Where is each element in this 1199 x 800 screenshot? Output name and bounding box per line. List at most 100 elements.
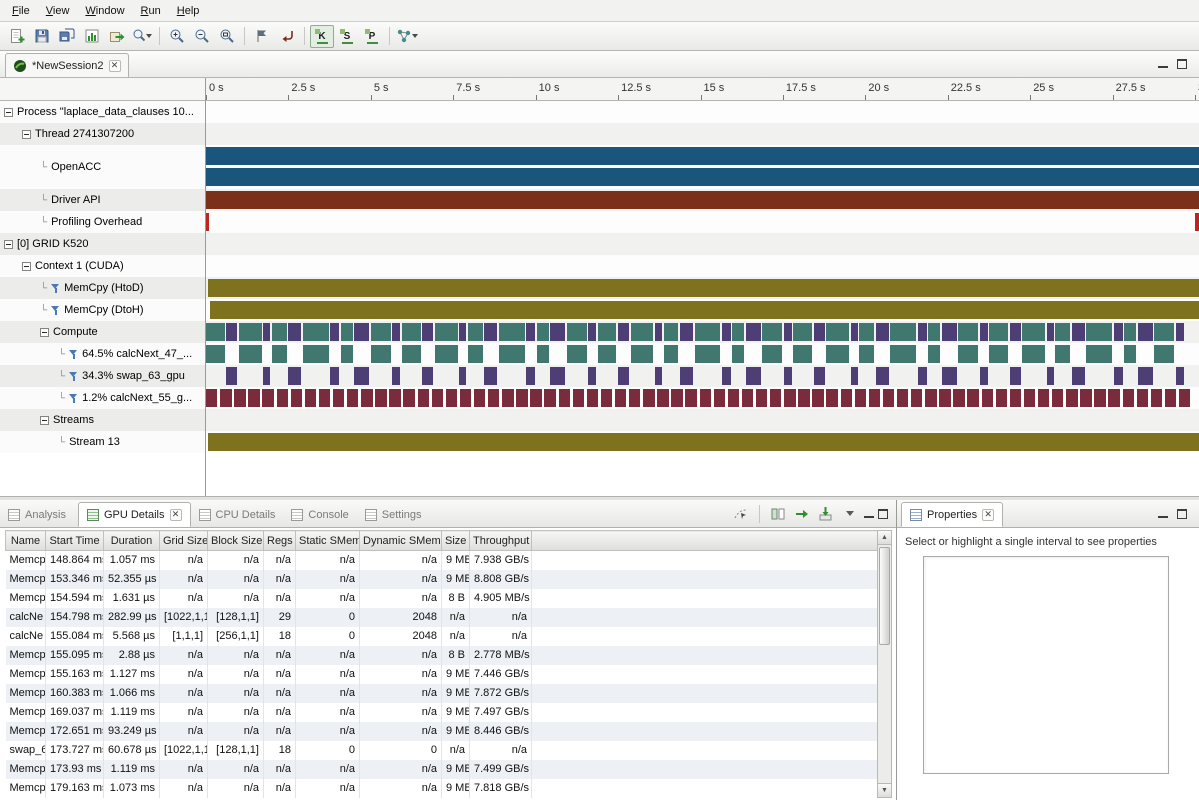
timeline-bar-segment[interactable] [516, 389, 527, 407]
gpu-details-row[interactable]: Memcp153.346 ms52.355 µsn/an/an/an/an/a9… [6, 570, 878, 589]
timeline-bar-segment[interactable] [544, 389, 555, 407]
menu-item-help[interactable]: Help [169, 3, 208, 19]
kernel-mode-p-button[interactable]: P [360, 25, 384, 48]
tree-row-compute[interactable]: Compute [0, 321, 205, 343]
timeline-bar-segment[interactable] [928, 323, 940, 341]
reset-marker-button[interactable] [275, 25, 299, 48]
close-icon[interactable]: ✕ [982, 509, 994, 521]
export-details-button[interactable] [816, 504, 836, 524]
timeline-bar-segment[interactable] [1176, 367, 1184, 385]
timeline-bar-segment[interactable] [980, 367, 988, 385]
minimize-icon[interactable] [1158, 509, 1168, 519]
timeline-bar-segment[interactable] [631, 345, 654, 363]
timeline-bar-segment[interactable] [1052, 389, 1063, 407]
timeline-bar-segment[interactable] [664, 345, 679, 363]
timeline-bar-segment[interactable] [484, 367, 497, 385]
timeline-bar-segment[interactable] [732, 323, 744, 341]
save-all-button[interactable] [55, 25, 79, 48]
timeline-bar-segment[interactable] [859, 345, 874, 363]
timeline-bar-segment[interactable] [1010, 389, 1021, 407]
filter-funnel-icon[interactable] [69, 371, 78, 381]
timeline-bar-segment[interactable] [664, 323, 679, 341]
timeline-bar-segment[interactable] [793, 345, 812, 363]
timeline-bar-segment[interactable] [239, 345, 262, 363]
tree-row-0-grid-k520[interactable]: [0] GRID K520 [0, 233, 205, 255]
tree-row-memcpy-htod[interactable]: └MemCpy (HtoD) [0, 277, 205, 299]
timeline-bar-segment[interactable] [1047, 323, 1054, 341]
tab-console[interactable]: Console [283, 502, 356, 527]
close-icon[interactable]: ✕ [170, 509, 182, 521]
timeline-bar-segment[interactable] [530, 389, 541, 407]
timeline-bar-segment[interactable] [826, 389, 837, 407]
menu-item-run[interactable]: Run [133, 3, 169, 19]
show-chart-button[interactable] [80, 25, 104, 48]
timeline-bar-segment[interactable] [989, 323, 1008, 341]
timeline-bar-segment[interactable] [208, 433, 1199, 451]
timeline-bar-segment[interactable] [939, 389, 950, 407]
timeline-bar-segment[interactable] [883, 389, 894, 407]
tree-row-streams[interactable]: Streams [0, 409, 205, 431]
timeline-bar-segment[interactable] [526, 367, 535, 385]
menu-item-file[interactable]: File [4, 3, 38, 19]
collapse-toggle-icon[interactable] [22, 130, 31, 139]
timeline-bar-segment[interactable] [537, 345, 549, 363]
kernel-mode-k-button[interactable]: K [310, 25, 334, 48]
timeline-bar-segment[interactable] [418, 389, 429, 407]
view-menu-button[interactable] [840, 504, 860, 524]
timeline-bar-segment[interactable] [330, 323, 339, 341]
tab-properties[interactable]: Properties ✕ [901, 502, 1003, 527]
timeline-bar-segment[interactable] [770, 389, 781, 407]
timeline-bar-segment[interactable] [459, 323, 466, 341]
timeline-bar-segment[interactable] [347, 389, 358, 407]
timeline-bar-segment[interactable] [601, 389, 612, 407]
timeline-bar-segment[interactable] [1072, 367, 1085, 385]
timeline-bar-segment[interactable] [226, 323, 237, 341]
gpu-details-row[interactable]: Memcp169.037 ms1.119 msn/an/an/an/an/a9 … [6, 703, 878, 722]
timeline-bar-segment[interactable] [587, 389, 598, 407]
timeline-bar-segment[interactable] [996, 389, 1007, 407]
timeline-bar-segment[interactable] [303, 323, 329, 341]
timeline-bar-segment[interactable] [826, 323, 849, 341]
search-dropdown-button[interactable] [130, 25, 154, 48]
collapse-toggle-icon[interactable] [40, 328, 49, 337]
timeline-bar-segment[interactable] [234, 389, 245, 407]
timeline-bar-segment[interactable] [474, 389, 485, 407]
gpu-details-row[interactable]: Memcp148.864 ms1.057 msn/an/an/an/an/a9 … [6, 551, 878, 570]
timeline-bar-segment[interactable] [499, 323, 525, 341]
timeline-bar-segment[interactable] [1055, 323, 1070, 341]
timeline-bar-segment[interactable] [598, 323, 617, 341]
timeline-bar-segment[interactable] [1022, 323, 1045, 341]
toggle-columns-button[interactable] [768, 504, 788, 524]
timeline-bar-segment[interactable] [925, 389, 936, 407]
filter-funnel-icon[interactable] [69, 393, 78, 403]
zoom-out-button[interactable] [190, 25, 214, 48]
timeline-bar-segment[interactable] [361, 389, 372, 407]
timeline-bar-segment[interactable] [700, 389, 711, 407]
timeline-bar-segment[interactable] [762, 323, 782, 341]
gpu-details-row[interactable]: calcNe154.798 ms282.99 µs[1022,1,1][128,… [6, 608, 878, 627]
timeline-bar-segment[interactable] [851, 323, 858, 341]
timeline-bar-segment[interactable] [422, 367, 433, 385]
minimize-icon[interactable] [864, 509, 874, 519]
timeline-bar-segment[interactable] [392, 323, 400, 341]
session-tab[interactable]: *NewSession2 ✕ [5, 53, 129, 77]
timeline-bar-segment[interactable] [277, 389, 288, 407]
timeline-bar-segment[interactable] [1086, 323, 1112, 341]
timeline-bar-segment[interactable] [319, 389, 330, 407]
timeline-bar-segment[interactable] [499, 345, 525, 363]
timeline-bar-segment[interactable] [459, 367, 466, 385]
timeline-bar-segment[interactable] [588, 367, 596, 385]
gpu-details-row[interactable]: Memcp154.594 ms1.631 µsn/an/an/an/an/a8 … [6, 589, 878, 608]
timeline-bar-segment[interactable] [488, 389, 499, 407]
timeline-bar-segment[interactable] [1010, 323, 1021, 341]
maximize-icon[interactable] [1177, 59, 1187, 69]
tree-row-64-5-calcnext-47[interactable]: └64.5% calcNext_47_... [0, 343, 205, 365]
timeline-bar-segment[interactable] [272, 323, 287, 341]
timeline-bar-segment[interactable] [942, 323, 957, 341]
tree-row-context-1-cuda[interactable]: Context 1 (CUDA) [0, 255, 205, 277]
timeline-bar-segment[interactable] [814, 367, 825, 385]
tab-gpu-details[interactable]: GPU Details✕ [78, 502, 191, 527]
timeline-bar-segment[interactable] [303, 345, 329, 363]
timeline-ruler[interactable]: 0 s2.5 s5 s7.5 s10 s12.5 s15 s17.5 s20 s… [206, 78, 1199, 101]
timeline-bar-segment[interactable] [1080, 389, 1091, 407]
